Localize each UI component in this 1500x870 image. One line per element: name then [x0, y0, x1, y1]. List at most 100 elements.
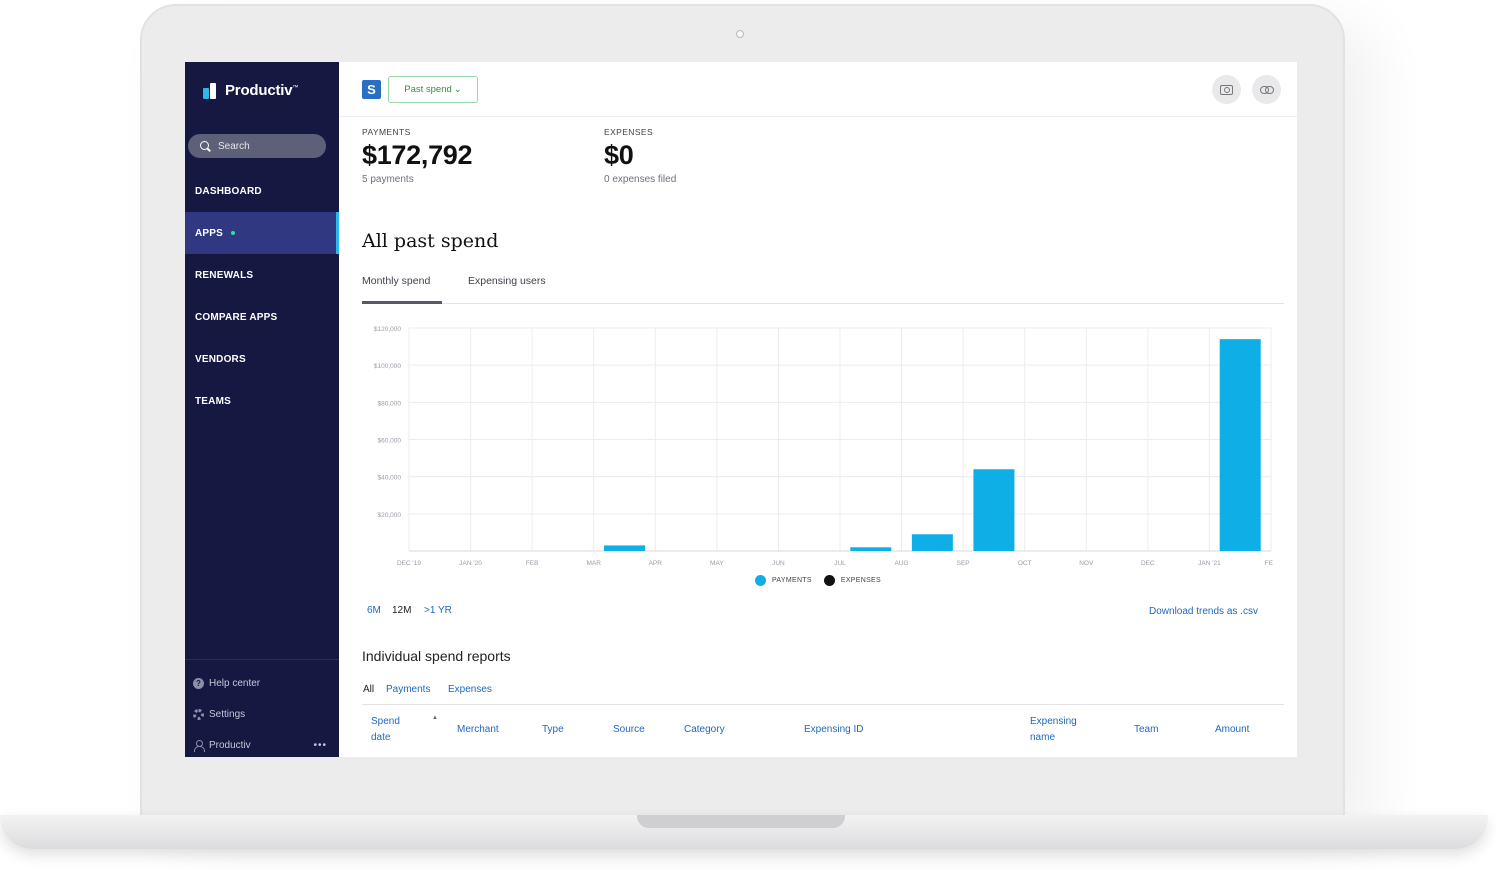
sort-icon[interactable]: ▲	[432, 715, 438, 721]
bar-payments	[604, 545, 645, 551]
x-tick-label: DEC '19	[397, 560, 421, 567]
search-placeholder: Search	[218, 140, 250, 152]
expenses-stat: EXPENSES $0 0 expenses filed	[604, 127, 676, 185]
column-source[interactable]: Source	[613, 722, 645, 738]
period-dropdown[interactable]: Past spend ⌄	[388, 76, 478, 103]
column-expensing-name[interactable]: Expensing name	[1030, 714, 1094, 746]
range-over-1yr[interactable]: >1 YR	[424, 605, 452, 616]
more-icon[interactable]: •••	[313, 740, 327, 751]
expenses-value: $0	[604, 140, 634, 170]
tab-label: Expensing users	[468, 275, 546, 287]
filter-payments[interactable]: Payments	[386, 684, 430, 695]
column-amount[interactable]: Amount	[1215, 722, 1249, 738]
period-label: Past spend	[404, 84, 452, 95]
brand-name: Productiv™	[225, 82, 299, 99]
nav-label: VENDORS	[195, 353, 246, 365]
section-title: All past spend	[362, 230, 499, 252]
x-tick-label: MAR	[586, 560, 601, 567]
account-menu[interactable]: Productiv •••	[185, 730, 339, 757]
nav-label: RENEWALS	[195, 269, 254, 281]
y-tick-label: $80,000	[378, 400, 402, 407]
y-tick-label: $40,000	[378, 475, 402, 482]
y-tick-label: $120,000	[374, 326, 401, 333]
column-category[interactable]: Category	[684, 722, 725, 738]
settings-label: Settings	[209, 709, 246, 720]
bar-payments	[850, 547, 892, 551]
sidebar-item-apps[interactable]: APPS	[185, 212, 339, 254]
chart-legend: PAYMENTS EXPENSES	[339, 575, 1297, 586]
settings-link[interactable]: Settings	[185, 699, 339, 730]
sidebar-item-teams[interactable]: TEAMS	[185, 380, 339, 422]
sidebar-item-compare-apps[interactable]: COMPARE APPS	[185, 296, 339, 338]
spend-tabs: Monthly spend Expensing users	[362, 275, 1284, 304]
sidebar-nav: DASHBOARD APPS RENEWALS COMPARE APPS VEN…	[185, 170, 339, 422]
y-tick-label: $100,000	[374, 363, 401, 370]
range-6m[interactable]: 6M	[367, 605, 381, 616]
logo-icon	[203, 82, 219, 99]
legend-expenses-dot	[823, 575, 835, 586]
reports-title: Individual spend reports	[362, 648, 511, 664]
app-logo-icon: S	[362, 80, 381, 99]
tab-monthly-spend[interactable]: Monthly spend	[362, 275, 442, 304]
expenses-label: EXPENSES	[604, 127, 654, 137]
x-tick-label: APR	[649, 560, 663, 567]
x-tick-label: DEC	[1141, 560, 1155, 567]
y-tick-label: $60,000	[378, 438, 402, 445]
column-team[interactable]: Team	[1134, 722, 1158, 738]
x-tick-label: NOV	[1079, 560, 1094, 567]
nav-label: COMPARE APPS	[195, 311, 278, 323]
help-center-link[interactable]: ? Help center	[185, 668, 339, 699]
x-tick-label: JUL	[834, 560, 846, 567]
column-merchant[interactable]: Merchant	[457, 722, 499, 738]
payments-stat: PAYMENTS $172,792 5 payments	[362, 127, 473, 185]
legend-payments-dot	[754, 575, 766, 586]
x-tick-label: FEB	[526, 560, 539, 567]
x-tick-label: AUG	[895, 560, 909, 567]
top-bar: S Past spend ⌄	[339, 62, 1297, 117]
chevron-down-icon: ⌄	[453, 84, 462, 95]
sidebar-item-dashboard[interactable]: DASHBOARD	[185, 170, 339, 212]
payments-value: $172,792	[362, 140, 473, 170]
column-spend-date[interactable]: Spend date	[371, 714, 415, 746]
x-tick-label: JAN '21	[1198, 560, 1221, 567]
sidebar-item-vendors[interactable]: VENDORS	[185, 338, 339, 380]
brand-logo[interactable]: Productiv™	[203, 82, 298, 99]
x-tick-label: JUN	[772, 560, 785, 567]
screenshot-button[interactable]	[1212, 75, 1241, 104]
bar-payments	[1219, 339, 1261, 551]
expenses-count: 0 expenses filed	[604, 174, 677, 185]
payments-count: 5 payments	[362, 174, 414, 185]
nav-label: DASHBOARD	[195, 185, 262, 197]
share-link-button[interactable]	[1252, 75, 1281, 104]
account-label: Productiv	[209, 740, 251, 751]
x-tick-label: SEP	[957, 560, 970, 567]
filter-all[interactable]: All	[363, 684, 374, 695]
search-input[interactable]: Search	[188, 134, 326, 158]
download-csv-link[interactable]: Download trends as .csv	[1149, 606, 1258, 617]
sidebar-item-renewals[interactable]: RENEWALS	[185, 254, 339, 296]
range-12m[interactable]: 12M	[392, 605, 411, 616]
legend-payments-label: PAYMENTS	[771, 577, 812, 584]
y-tick-label: $20,000	[378, 512, 402, 519]
app-screen: Productiv™ Search DASHBOARD APPS RENEWAL…	[185, 62, 1297, 757]
bar-payments	[973, 469, 1015, 551]
webcam-icon	[736, 30, 744, 38]
x-tick-label: FEB	[1265, 560, 1273, 567]
column-type[interactable]: Type	[542, 722, 564, 738]
legend-expenses-label: EXPENSES	[840, 577, 881, 584]
tab-label: Monthly spend	[362, 275, 431, 287]
nav-label: TEAMS	[195, 395, 231, 407]
column-expensing-id[interactable]: Expensing ID	[804, 722, 863, 738]
link-icon	[1259, 85, 1274, 94]
help-icon: ?	[193, 678, 204, 689]
filter-expenses[interactable]: Expenses	[448, 684, 492, 695]
x-tick-label: MAY	[710, 560, 724, 567]
laptop-notch	[637, 815, 845, 828]
x-tick-label: JAN '20	[459, 560, 482, 567]
monthly-spend-chart: $120,000 $100,000 $80,000 $60,000 $40,000 $20…	[374, 326, 1273, 567]
main-content: S Past spend ⌄ PAYMENTS $172,792 5 paymen…	[339, 62, 1297, 757]
tab-expensing-users[interactable]: Expensing users	[468, 275, 546, 304]
search-icon	[200, 140, 211, 152]
reports-table-header: Spend date ▲ Merchant Type Source Catego…	[362, 704, 1284, 757]
nav-label: APPS	[195, 227, 224, 239]
